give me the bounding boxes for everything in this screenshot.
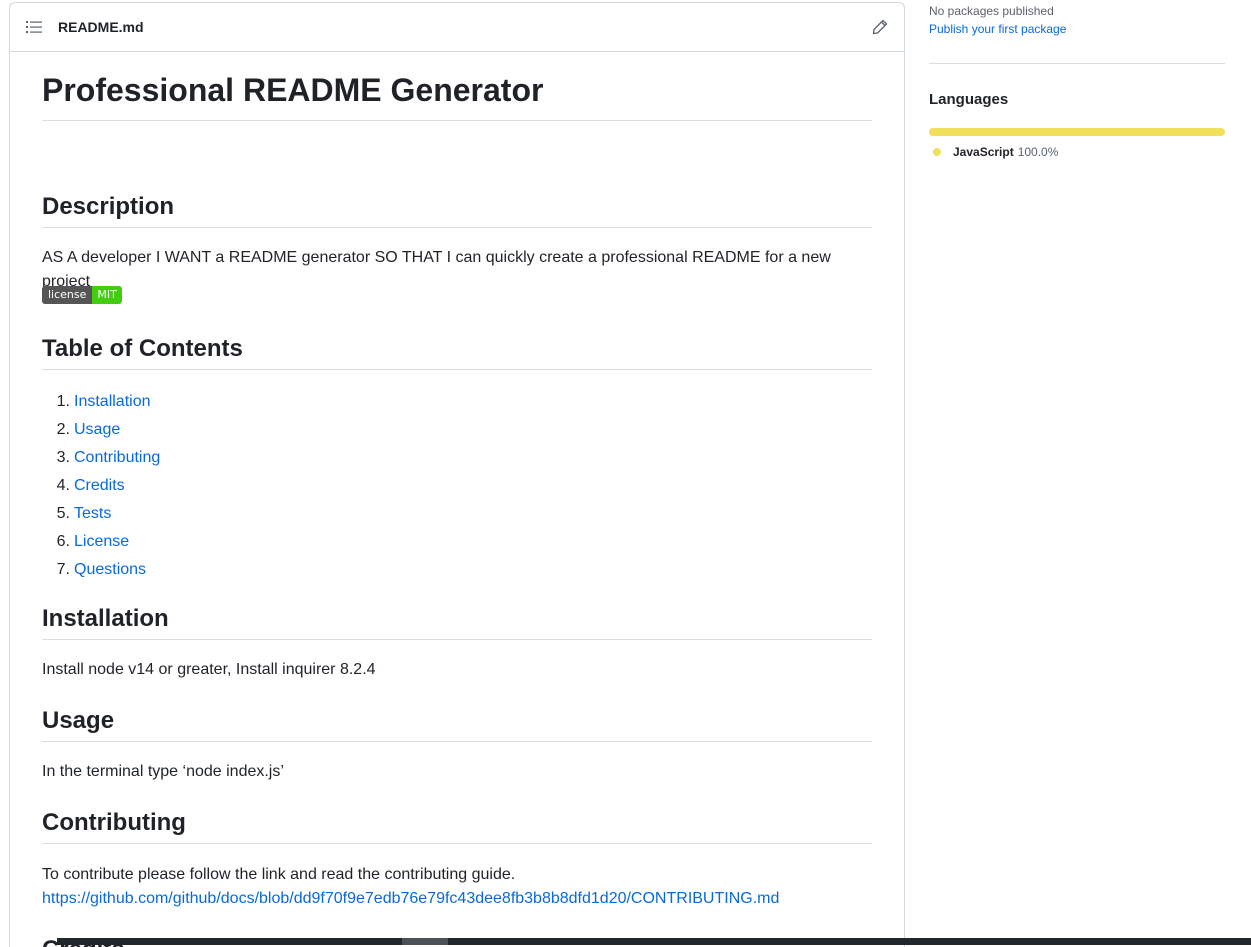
contributing-text: To contribute please follow the link and… <box>42 866 516 883</box>
horizontal-scrollbar[interactable] <box>57 938 1251 945</box>
heading-installation: Installation <box>42 604 872 640</box>
readme-header: README.md <box>10 3 904 52</box>
readme-box: README.md Professional README Generator … <box>9 2 905 947</box>
toc-item-number: 4. <box>56 477 70 494</box>
toc-item-number: 3. <box>56 449 70 466</box>
toc-item: 6. License <box>42 528 160 556</box>
badge-value: MIT <box>92 286 122 304</box>
heading-contributing: Contributing <box>42 808 872 844</box>
languages-title: Languages <box>929 91 1009 108</box>
toc-link-credits[interactable]: Credits <box>74 472 125 500</box>
usage-text: In the terminal type ‘node index.js’ <box>42 763 284 780</box>
toc-item: 5. Tests <box>42 500 160 528</box>
toc-link-questions[interactable]: Questions <box>74 556 146 584</box>
toc-link-tests[interactable]: Tests <box>74 500 111 528</box>
heading-description: Description <box>42 192 872 228</box>
toc-item: 3. Contributing <box>42 444 161 472</box>
language-bar-javascript <box>929 128 1225 136</box>
sidebar-divider <box>929 63 1225 64</box>
language-item-javascript[interactable]: JavaScript 100.0% <box>929 145 1058 159</box>
toc-item: 7. Questions <box>42 556 160 584</box>
installation-text: Install node v14 or greater, Install inq… <box>42 661 376 678</box>
pencil-icon[interactable] <box>872 19 888 35</box>
toc-item-number: 6. <box>56 533 70 550</box>
toc-link-license[interactable]: License <box>74 528 129 556</box>
contributing-paragraph-link: https://github.com/github/docs/blob/dd9f… <box>42 887 872 911</box>
toc-item-number: 2. <box>56 421 70 438</box>
toc-item: 2. Usage <box>42 416 160 444</box>
toc-item: 4. Credits <box>42 472 160 500</box>
readme-filename: README.md <box>58 19 144 35</box>
language-percent: 100.0% <box>1017 145 1059 159</box>
toc-item: 1. Installation <box>42 388 160 416</box>
scrollbar-thumb[interactable] <box>402 938 448 945</box>
toc-link-installation[interactable]: Installation <box>74 388 151 416</box>
heading-table-of-contents: Table of Contents <box>42 334 872 370</box>
toc-list: 1. Installation 2. Usage 3. Contributing 4. Cre… <box>42 388 161 584</box>
readme-title: Professional README Generator <box>42 70 872 121</box>
packages-text: No packages published <box>929 4 1054 18</box>
license-badge[interactable]: license MIT <box>42 286 122 304</box>
list-unordered-icon[interactable] <box>26 19 42 35</box>
toc-item-number: 1. <box>56 393 70 410</box>
language-color-dot <box>933 148 941 156</box>
badge-label: license <box>42 286 93 304</box>
toc-item-number: 5. <box>56 505 70 522</box>
description-text: AS A developer I WANT a README generator… <box>42 249 831 290</box>
toc-item-number: 7. <box>56 561 70 578</box>
contributing-link[interactable]: https://github.com/github/docs/blob/dd9f… <box>42 890 779 907</box>
heading-usage: Usage <box>42 706 872 742</box>
language-name: JavaScript <box>953 145 1014 159</box>
publish-package-link[interactable]: Publish your first package <box>929 22 1066 36</box>
toc-link-contributing[interactable]: Contributing <box>74 444 160 472</box>
toc-link-usage[interactable]: Usage <box>74 416 120 444</box>
